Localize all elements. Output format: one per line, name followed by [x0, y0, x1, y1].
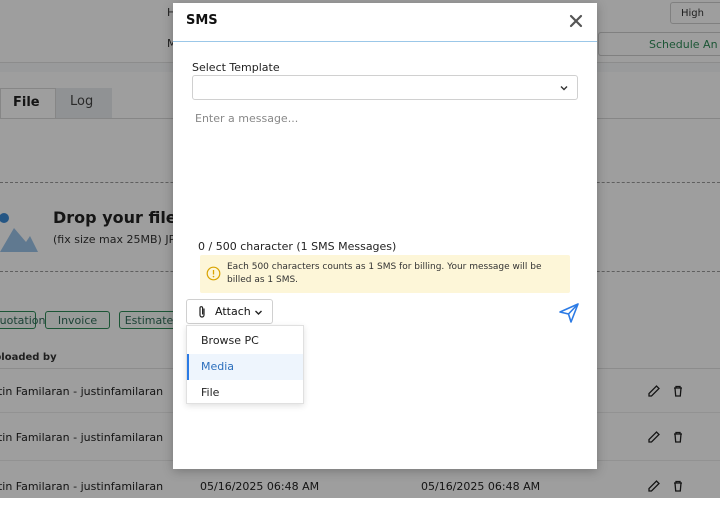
character-count: 0 / 500 character (1 SMS Messages)	[198, 240, 397, 253]
close-icon[interactable]	[567, 12, 585, 30]
attach-label: Attach	[215, 305, 251, 318]
message-placeholder: Enter a message...	[195, 112, 299, 125]
info-icon	[206, 266, 221, 281]
menu-item-file[interactable]: File	[187, 380, 303, 406]
select-template-dropdown[interactable]	[192, 75, 578, 100]
attach-button[interactable]: Attach	[186, 299, 273, 324]
sms-modal: SMS Select Template Enter a message... 0…	[173, 3, 597, 469]
chevron-down-icon	[255, 310, 262, 315]
chevron-down-icon	[560, 86, 568, 91]
menu-item-media[interactable]: Media	[187, 354, 303, 380]
paperclip-icon	[199, 306, 205, 318]
modal-title: SMS	[186, 13, 218, 28]
menu-item-browse-pc[interactable]: Browse PC	[187, 328, 303, 354]
billing-info-alert: Each 500 characters counts as 1 SMS for …	[200, 255, 570, 293]
send-icon[interactable]	[558, 302, 580, 324]
message-textarea[interactable]: Enter a message...	[192, 109, 578, 233]
select-template-label: Select Template	[192, 61, 280, 74]
attach-menu: Browse PC Media File	[186, 325, 304, 404]
modal-header: SMS	[173, 3, 597, 42]
billing-info-text: Each 500 characters counts as 1 SMS for …	[227, 262, 542, 285]
